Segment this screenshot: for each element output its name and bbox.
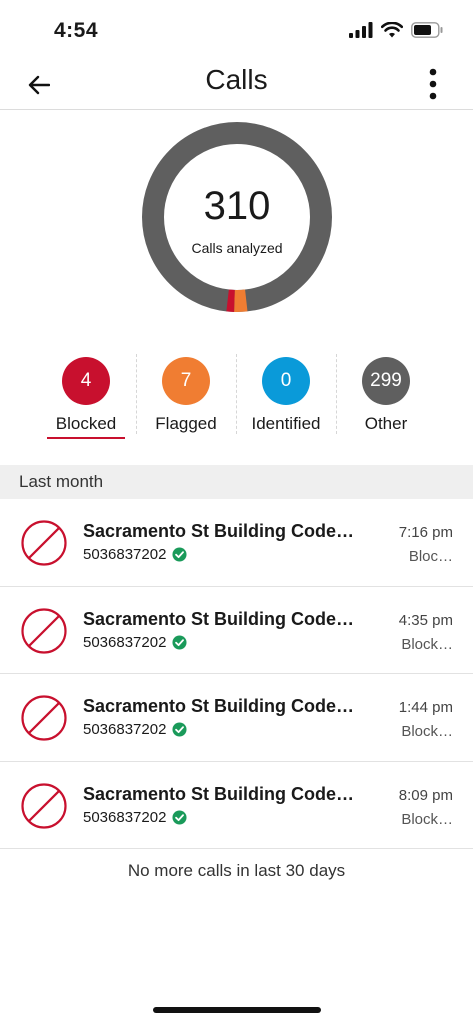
blocked-count-badge: 4 <box>62 357 110 405</box>
call-time: 4:35 pm <box>398 611 453 629</box>
flagged-count-badge: 7 <box>162 357 210 405</box>
caller-number: 5036837202 <box>83 808 167 826</box>
identified-count-badge: 0 <box>262 357 310 405</box>
call-status: Block… <box>401 810 453 828</box>
status-icons <box>349 22 443 38</box>
verified-check-icon <box>172 722 187 737</box>
call-time: 1:44 pm <box>398 699 453 716</box>
verified-check-icon <box>172 809 187 825</box>
filter-label: Identified <box>251 414 321 433</box>
caller-name: Sacramento St Building Code… <box>83 783 355 804</box>
section-header: Last month <box>0 465 473 499</box>
call-time: 7:16 pm <box>398 524 453 541</box>
call-list-item[interactable]: Sacramento St Building Code… 5036837202 … <box>0 762 473 849</box>
verified-check-icon <box>172 634 187 650</box>
other-count-badge: 299 <box>362 357 410 405</box>
call-status: Bloc… <box>408 548 453 565</box>
battery-icon <box>411 22 443 38</box>
caller-number: 5036837202 <box>83 633 167 651</box>
filter-label: Other <box>364 414 408 433</box>
call-status: Block… <box>401 723 453 740</box>
filter-flagged[interactable]: 7 Flagged <box>136 352 236 444</box>
calls-analyzed-label: Calls analyzed <box>191 240 283 256</box>
nav-bar: Calls <box>0 60 473 110</box>
caller-number: 5036837202 <box>83 546 167 563</box>
status-bar: 4:54 <box>0 0 473 60</box>
caller-name: Sacramento St Building Code… <box>83 521 355 541</box>
call-list-item[interactable]: Sacramento St Building Code… 5036837202 … <box>0 587 473 674</box>
more-options-button[interactable] <box>423 66 443 102</box>
call-list-item[interactable]: Sacramento St Building Code… 5036837202 … <box>0 499 473 587</box>
filter-label: Flagged <box>155 414 217 433</box>
filter-other[interactable]: 299 Other <box>336 352 436 444</box>
blocked-icon <box>21 607 67 654</box>
page-title: Calls <box>205 64 268 95</box>
filter-label: Blocked <box>55 414 117 433</box>
call-status: Block… <box>401 635 453 653</box>
status-time: 4:54 <box>54 19 99 42</box>
caller-name: Sacramento St Building Code… <box>83 696 355 716</box>
home-indicator[interactable] <box>153 1007 321 1013</box>
caller-number-line: 5036837202 <box>83 721 187 738</box>
calls-analyzed-count: 310 <box>203 184 271 228</box>
selected-underline <box>47 437 125 439</box>
category-filters: 4 Blocked 7 Flagged 0 Identified 299 Oth… <box>36 352 436 444</box>
cellular-signal-icon <box>349 22 373 38</box>
wifi-icon <box>381 22 403 38</box>
filter-blocked[interactable]: 4 Blocked <box>36 352 136 444</box>
blocked-icon <box>21 782 67 829</box>
caller-number-line: 5036837202 <box>83 634 187 651</box>
verified-check-icon <box>172 547 187 562</box>
call-list: Sacramento St Building Code… 5036837202 … <box>0 499 473 849</box>
more-vertical-icon <box>429 68 437 100</box>
call-time: 8:09 pm <box>398 786 453 804</box>
blocked-icon <box>21 695 67 741</box>
caller-number-line: 5036837202 <box>83 546 187 563</box>
filter-identified[interactable]: 0 Identified <box>236 352 336 444</box>
caller-number-line: 5036837202 <box>83 809 187 826</box>
blocked-icon <box>21 520 67 566</box>
caller-number: 5036837202 <box>83 721 167 738</box>
caller-name: Sacramento St Building Code… <box>83 608 355 629</box>
call-list-item[interactable]: Sacramento St Building Code… 5036837202 … <box>0 674 473 762</box>
calls-analyzed-donut: 310 Calls analyzed <box>142 122 332 312</box>
donut-center: 310 Calls analyzed <box>142 122 332 312</box>
list-end-note: No more calls in last 30 days <box>127 861 346 880</box>
